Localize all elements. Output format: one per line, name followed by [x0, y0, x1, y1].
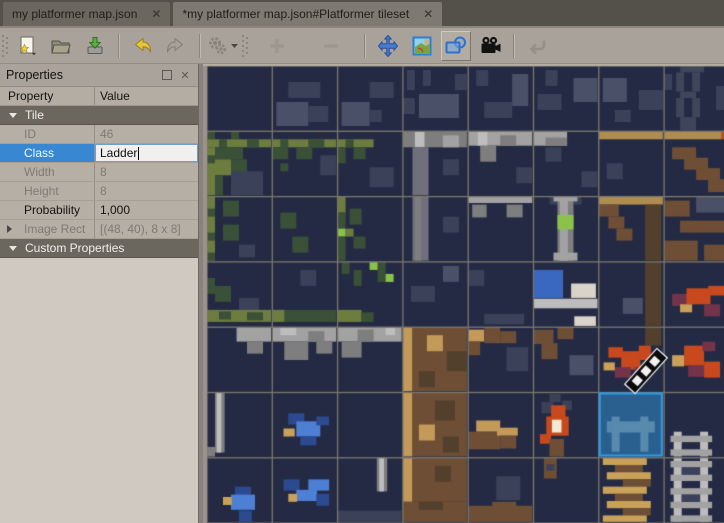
remove-icon	[319, 34, 343, 58]
document-tab-0[interactable]: my platformer map.json ✕	[3, 2, 170, 26]
input-text: Ladder	[100, 146, 137, 160]
document-tab-1[interactable]: *my platformer map.json#Platformer tiles…	[173, 2, 442, 26]
tab-close-icon[interactable]: ✕	[151, 8, 161, 20]
properties-title-bar[interactable]: Properties ✕	[0, 64, 198, 87]
property-label: Probability	[0, 201, 95, 219]
edit-map-button[interactable]	[407, 31, 437, 61]
property-value[interactable]: 8	[95, 163, 198, 181]
add-icon	[265, 34, 289, 58]
tab-close-icon[interactable]: ✕	[423, 8, 433, 20]
tile-objects-icon	[443, 34, 469, 58]
add-button[interactable]	[262, 31, 292, 61]
toolbar-drag-handle[interactable]	[2, 35, 8, 57]
toolbar-separator	[513, 34, 514, 58]
collapse-arrow-icon[interactable]	[9, 246, 17, 251]
undo-icon	[130, 34, 154, 58]
run-command-button[interactable]	[208, 31, 238, 61]
property-group-tile[interactable]: Tile	[0, 106, 198, 125]
redo-icon	[164, 34, 188, 58]
properties-column-header: Property Value	[0, 87, 198, 106]
expand-arrow-icon[interactable]	[7, 225, 12, 233]
tile-objects-button[interactable]	[441, 31, 471, 61]
redo-button[interactable]	[161, 31, 191, 61]
property-row-image-rect[interactable]: Image Rect[(48, 40), 8 x 8]	[0, 220, 198, 239]
tab-label: *my platformer map.json#Platformer tiles…	[182, 7, 409, 21]
properties-panel: Properties ✕ Property Value Tile ID46Clas…	[0, 64, 199, 523]
property-value[interactable]: [(48, 40), 8 x 8]	[95, 220, 198, 238]
property-value[interactable]: 8	[95, 182, 198, 200]
save-icon	[83, 34, 107, 58]
tab-label: my platformer map.json	[12, 7, 137, 21]
move-tool-icon	[376, 34, 400, 58]
return-button[interactable]	[522, 31, 552, 61]
collapse-arrow-icon[interactable]	[9, 113, 17, 118]
properties-title: Properties	[6, 68, 156, 82]
main-toolbar	[0, 28, 724, 64]
group-label: Custom Properties	[25, 241, 124, 255]
property-value[interactable]: 1,000	[95, 201, 198, 219]
property-value[interactable]: Ladder	[95, 144, 198, 162]
value-column-header: Value	[95, 87, 198, 105]
tab-bar: my platformer map.json ✕ *my platformer ma…	[0, 0, 724, 28]
text-caret	[138, 147, 139, 160]
remove-button[interactable]	[316, 31, 346, 61]
tileset-view[interactable]	[203, 64, 724, 523]
property-row-id[interactable]: ID46	[0, 125, 198, 144]
property-label: Width	[0, 163, 95, 181]
property-label: ID	[0, 125, 95, 143]
property-row-probability[interactable]: Probability1,000	[0, 201, 198, 220]
close-panel-button[interactable]: ✕	[178, 68, 192, 82]
property-label: Height	[0, 182, 95, 200]
toolbar-separator	[364, 34, 365, 58]
property-row-height[interactable]: Height8	[0, 182, 198, 201]
edit-map-icon	[410, 34, 434, 58]
move-tool-button[interactable]	[373, 31, 403, 61]
property-label: Class	[0, 144, 95, 162]
property-group-custom-properties[interactable]: Custom Properties	[0, 239, 198, 258]
undo-button[interactable]	[127, 31, 157, 61]
close-icon: ✕	[180, 69, 189, 82]
property-label: Image Rect	[0, 220, 95, 238]
animation-icon	[477, 34, 503, 58]
animation-button[interactable]	[475, 31, 505, 61]
toolbar-separator	[118, 34, 119, 58]
property-row-class[interactable]: Class Ladder	[0, 144, 198, 163]
run-command-icon	[206, 34, 240, 58]
property-row-width[interactable]: Width8	[0, 163, 198, 182]
open-icon	[49, 34, 73, 58]
class-value-input[interactable]: Ladder	[95, 144, 198, 162]
return-icon	[525, 34, 549, 58]
group-label: Tile	[25, 108, 44, 122]
new-file-icon	[15, 34, 39, 58]
toolbar-drag-handle[interactable]	[242, 35, 248, 57]
save-button[interactable]	[80, 31, 110, 61]
toolbar-separator	[199, 34, 200, 58]
property-column-header: Property	[0, 87, 95, 105]
float-icon	[162, 70, 172, 80]
float-panel-button[interactable]	[160, 68, 174, 82]
property-value[interactable]: 46	[95, 125, 198, 143]
new-file-button[interactable]	[12, 31, 42, 61]
open-button[interactable]	[46, 31, 76, 61]
